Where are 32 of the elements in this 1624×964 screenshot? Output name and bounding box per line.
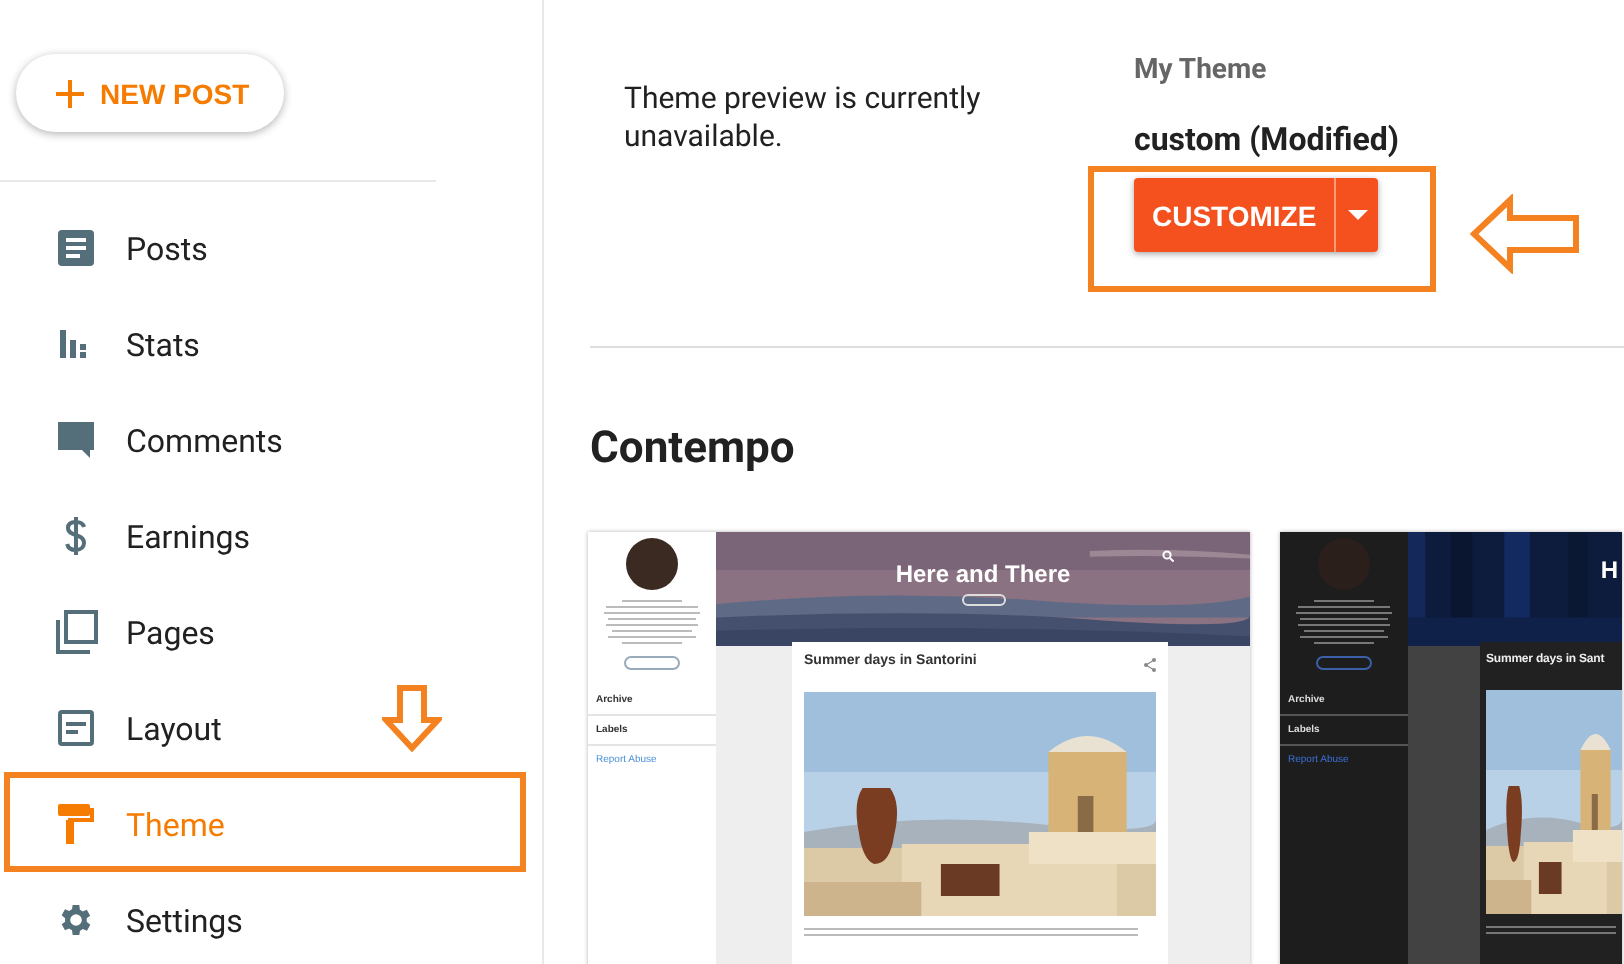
theme-group-title: Contempo <box>590 424 797 474</box>
left-arrow-icon <box>1470 194 1582 274</box>
plus-icon <box>56 79 84 107</box>
bar-chart-icon <box>60 330 92 358</box>
blog-title: Here and There <box>893 560 1073 588</box>
dollar-icon <box>64 516 88 556</box>
speech-bubble-icon <box>56 420 96 460</box>
paint-roller-icon <box>58 804 94 844</box>
blog-title: H <box>1598 556 1620 584</box>
nav-item[interactable]: Pages <box>0 584 542 680</box>
nav-item[interactable]: Earnings <box>0 488 542 584</box>
theme-name: custom (Modified) <box>1134 120 1399 158</box>
nav-item[interactable]: Layout <box>0 680 542 776</box>
text-lines-drawing <box>598 600 706 670</box>
text-lines-drawing <box>1290 600 1398 670</box>
nav-item[interactable]: Stats <box>0 296 542 392</box>
nav-item[interactable]: Comments <box>0 392 542 488</box>
avatar-icon <box>626 538 678 590</box>
settings-icon <box>56 900 96 940</box>
share-icon[interactable] <box>1144 658 1156 672</box>
preview-unavailable-message: Theme preview is currently unavailable. <box>624 80 983 158</box>
pages-icon <box>54 610 98 654</box>
dropdown-button[interactable] <box>1334 178 1378 252</box>
search-icon[interactable] <box>1162 550 1174 562</box>
nav-item[interactable]: Posts <box>0 200 542 296</box>
subscribe-button[interactable] <box>961 594 1005 606</box>
caret-icon <box>1347 210 1368 220</box>
down-arrow-icon <box>382 684 442 752</box>
document-icon <box>58 230 94 266</box>
nav-item[interactable]: Settings <box>0 872 542 964</box>
layout-icon <box>58 710 94 746</box>
my-theme-heading: My Theme <box>1134 54 1269 86</box>
